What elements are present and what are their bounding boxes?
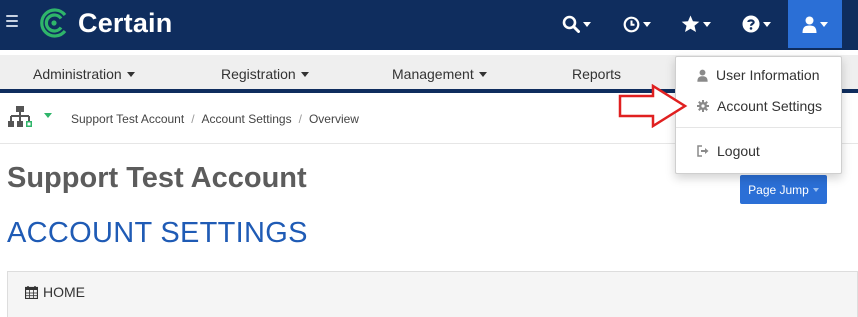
page-title: Support Test Account [7, 162, 307, 194]
home-panel: HOME [7, 271, 858, 317]
red-arrow-annotation [618, 84, 688, 128]
search-icon [562, 15, 580, 33]
breadcrumb-item[interactable]: Account Settings [202, 112, 292, 126]
sitemap-icon [8, 106, 52, 127]
caret-down-icon [583, 21, 591, 27]
page-root: Certain Administration Registration Mana… [0, 0, 858, 317]
hamburger-menu-icon[interactable] [6, 15, 18, 27]
gear-icon [697, 100, 709, 112]
caret-down-icon [300, 72, 309, 77]
breadcrumb-current: Overview [308, 112, 359, 126]
help-menu[interactable] [742, 13, 771, 35]
page-jump-label: Page Jump [748, 182, 809, 197]
favorites-menu[interactable] [681, 13, 711, 35]
breadcrumb: Support Test Account / Account Settings / Ov… [71, 112, 359, 126]
user-icon [802, 16, 817, 33]
page-subtitle: ACCOUNT SETTINGS [7, 217, 308, 249]
top-bar: Certain [0, 0, 858, 50]
caret-down-icon [812, 187, 819, 192]
search-menu[interactable] [562, 13, 591, 35]
caret-down-icon [820, 21, 828, 27]
menu-item-user-information[interactable]: User Information [676, 62, 841, 88]
user-dropdown-menu: User Information Account Settings Logout [675, 56, 842, 174]
star-icon [681, 15, 700, 33]
breadcrumb-item[interactable]: Support Test Account [71, 112, 184, 126]
nav-administration[interactable]: Administration [33, 66, 135, 82]
help-icon [742, 15, 760, 33]
recent-menu[interactable] [623, 13, 651, 35]
certain-logo-icon [40, 8, 67, 38]
caret-down-icon [478, 72, 487, 77]
page-jump-button[interactable]: Page Jump [740, 175, 827, 204]
breadcrumb-separator: / [298, 112, 302, 126]
caret-down-icon [763, 21, 771, 27]
app-logo-text: Certain [78, 7, 173, 38]
user-menu-button[interactable] [788, 0, 842, 48]
user-icon [697, 69, 708, 82]
caret-down-icon [703, 21, 711, 27]
menu-item-logout[interactable]: Logout [676, 138, 841, 164]
menu-item-account-settings[interactable]: Account Settings [676, 93, 841, 119]
calendar-icon [25, 285, 38, 299]
panel-heading-label: HOME [43, 284, 85, 300]
clock-icon [623, 16, 640, 32]
panel-heading[interactable]: HOME [25, 284, 85, 300]
breadcrumb-separator: / [191, 112, 195, 126]
caret-down-icon [643, 21, 651, 27]
nav-management[interactable]: Management [392, 66, 487, 82]
caret-down-icon [126, 72, 135, 77]
menu-divider [676, 127, 841, 128]
sign-out-icon [697, 145, 709, 157]
nav-reports[interactable]: Reports [572, 66, 621, 82]
sitemap-button[interactable] [8, 105, 54, 136]
nav-registration[interactable]: Registration [221, 66, 309, 82]
app-logo[interactable]: Certain [38, 7, 172, 39]
